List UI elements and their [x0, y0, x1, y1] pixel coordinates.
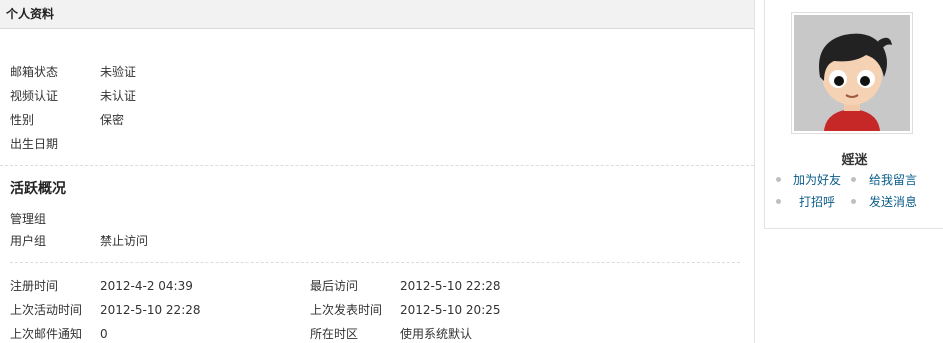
user-sidebar: 婬迷 加为好友 给我留言 打招呼 发送消息 — [764, 0, 943, 229]
user-group-value: 禁止访问 — [100, 234, 149, 248]
bullet-icon — [851, 177, 856, 182]
birthday-row: 出生日期 — [0, 135, 754, 153]
bullet-icon — [776, 199, 781, 204]
page-title: 个人资料 — [0, 0, 754, 29]
bullet-icon — [851, 199, 856, 204]
last-mail-value: 0 — [100, 327, 108, 341]
video-auth-value: 未认证 — [100, 89, 137, 103]
bullet-icon — [776, 177, 781, 182]
register-time-value: 2012-4-2 04:39 — [100, 279, 193, 293]
last-active-label: 上次活动时间 — [10, 303, 83, 317]
video-auth-label: 视频认证 — [10, 89, 59, 103]
last-visit-label: 最后访问 — [310, 279, 359, 293]
profile-main-panel: 个人资料 邮箱状态 未验证 视频认证 未认证 性别 保密 出生日期 活跃概况 管… — [0, 0, 755, 343]
register-time-label: 注册时间 — [10, 279, 59, 293]
avatar[interactable] — [791, 12, 913, 134]
username: 婬迷 — [841, 153, 868, 168]
cartoon-avatar-icon — [794, 15, 910, 131]
add-friend-link[interactable]: 加为好友 — [793, 171, 841, 189]
last-post-label: 上次发表时间 — [310, 303, 383, 317]
send-message-link[interactable]: 发送消息 — [869, 193, 917, 211]
leave-message-link[interactable]: 给我留言 — [869, 171, 917, 189]
email-status-row: 邮箱状态 未验证 — [0, 63, 754, 81]
gender-label: 性别 — [10, 113, 35, 127]
last-active-value: 2012-5-10 22:28 — [100, 303, 201, 317]
gender-value: 保密 — [100, 113, 125, 127]
video-auth-row: 视频认证 未认证 — [0, 87, 754, 105]
activity-section-title: 活跃概况 — [10, 181, 66, 197]
poke-link[interactable]: 打招呼 — [799, 193, 835, 211]
email-status-value: 未验证 — [100, 65, 137, 79]
gender-row: 性别 保密 — [0, 111, 754, 129]
user-group-row: 用户组 禁止访问 — [0, 232, 754, 250]
last-visit-value: 2012-5-10 22:28 — [400, 279, 501, 293]
stats-divider — [10, 262, 740, 263]
stats-row-3: 上次邮件通知 0 所在时区 使用系统默认 — [0, 325, 754, 343]
birthday-label: 出生日期 — [10, 137, 59, 151]
stats-row-1: 注册时间 2012-4-2 04:39 最后访问 2012-5-10 22:28 — [0, 277, 754, 295]
admin-group-row: 管理组 — [0, 210, 754, 228]
timezone-label: 所在时区 — [310, 327, 359, 341]
email-status-label: 邮箱状态 — [10, 65, 59, 79]
last-mail-label: 上次邮件通知 — [10, 327, 83, 341]
last-post-value: 2012-5-10 20:25 — [400, 303, 501, 317]
timezone-value: 使用系统默认 — [400, 327, 473, 341]
avatar-image — [794, 15, 910, 131]
section-divider — [0, 165, 754, 166]
admin-group-label: 管理组 — [10, 212, 47, 226]
stats-row-2: 上次活动时间 2012-5-10 22:28 上次发表时间 2012-5-10 … — [0, 301, 754, 319]
user-group-label: 用户组 — [10, 234, 47, 248]
